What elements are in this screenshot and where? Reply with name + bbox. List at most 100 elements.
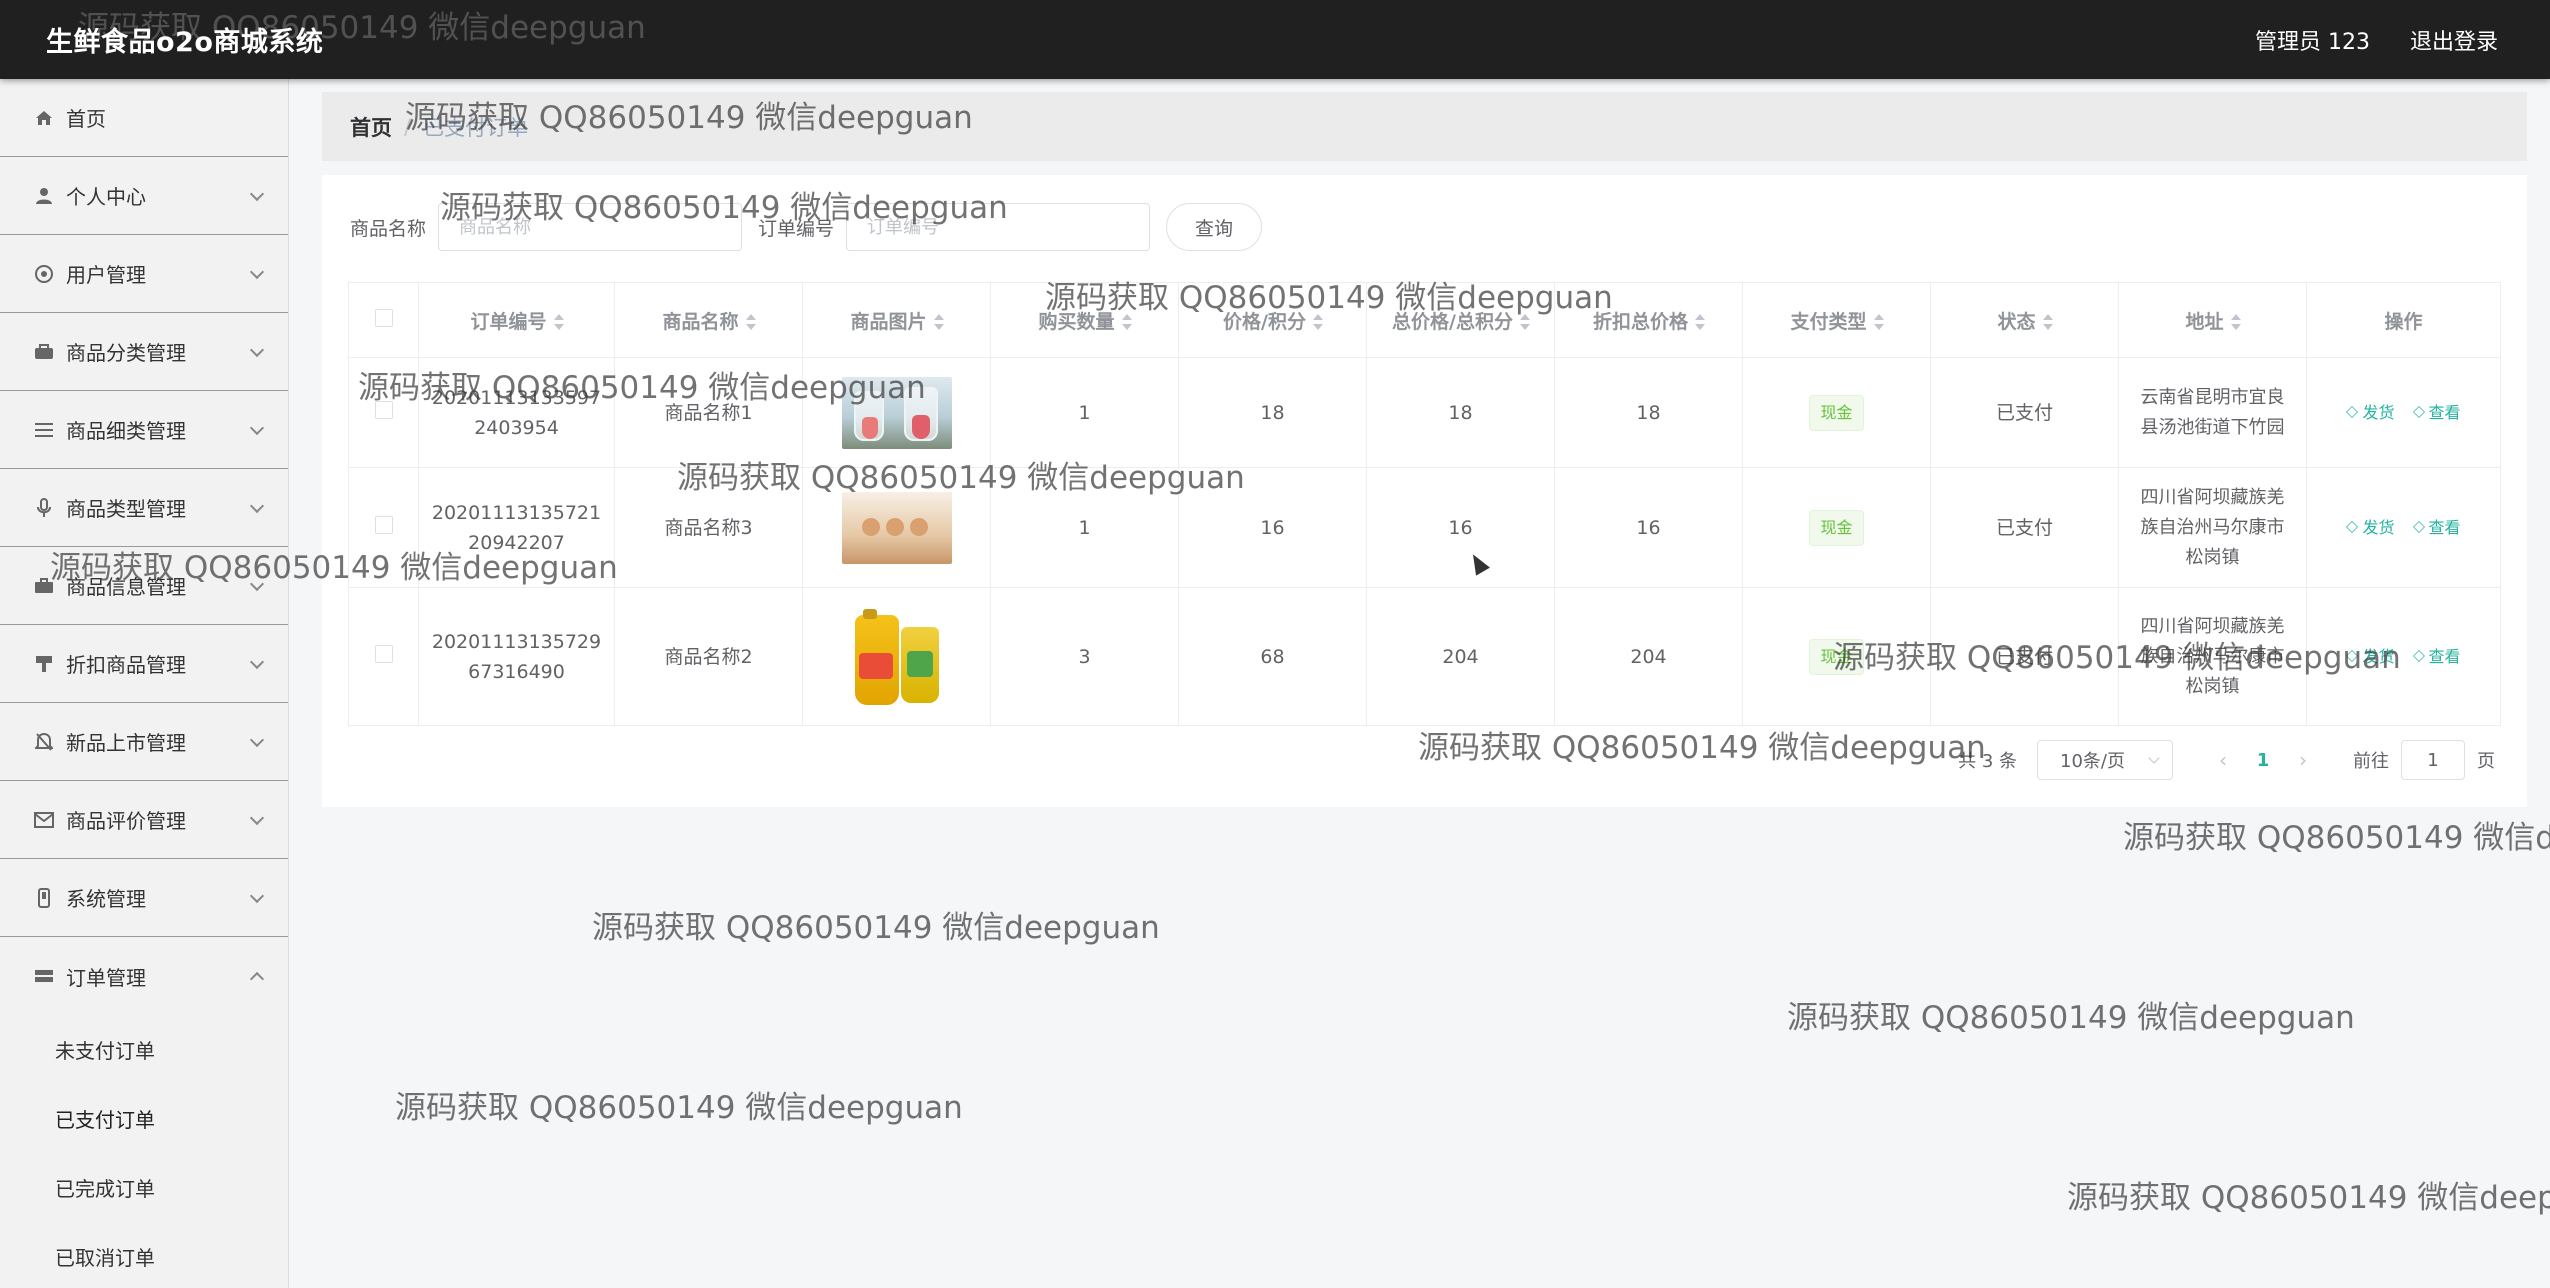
column-header[interactable]: 状态: [1930, 282, 2119, 358]
order-number-input[interactable]: [846, 203, 1151, 251]
sidebar-item-discount-management[interactable]: 折扣商品管理: [0, 625, 288, 703]
address-cell: 四川省阿坝藏族羌 族自治州马尔康市 松岗镇: [2118, 467, 2307, 588]
total-price-cell: 18: [1366, 357, 1555, 468]
prev-page-button[interactable]: ‹: [2203, 748, 2243, 772]
chevron-down-icon: [249, 498, 265, 513]
row-checkbox[interactable]: [374, 644, 393, 663]
sidebar-item-category-management[interactable]: 商品分类管理: [0, 313, 288, 391]
order-submenu: 未支付订单 已支付订单 已完成订单 已取消订单: [0, 1015, 288, 1288]
sidebar-item-label: 订单管理: [66, 965, 146, 990]
table-row: 20201113135729 67316490 商品名称2 3 68 204 20…: [348, 587, 2501, 726]
product-image: [841, 491, 952, 564]
select-all-checkbox[interactable]: [374, 308, 393, 327]
column-header[interactable]: 商品图片: [802, 282, 991, 358]
product-image: [841, 376, 952, 449]
column-header-actions: 操作: [2306, 282, 2501, 358]
submenu-item-paid-orders[interactable]: 已支付订单: [0, 1084, 288, 1153]
status-cell: 已支付: [1930, 587, 2119, 726]
sidebar-item-personal-center[interactable]: 个人中心: [0, 157, 288, 235]
search-button[interactable]: 查询: [1166, 203, 1263, 251]
view-button[interactable]: 查看: [2412, 403, 2461, 422]
watermark: 源码获取 QQ86050149 微信deepguan: [2067, 1180, 2550, 1216]
product-name-input[interactable]: [438, 203, 743, 251]
address-cell: 四川省阿坝藏族羌 族自治州马尔康市 松岗镇: [2118, 587, 2307, 726]
breadcrumb-home[interactable]: 首页: [350, 112, 392, 142]
top-header: 生鲜食品o2o商城系统 管理员 123 退出登录: [0, 0, 2550, 79]
edit-icon: [2412, 650, 2425, 662]
edit-icon: [2346, 650, 2359, 662]
row-checkbox[interactable]: [374, 400, 393, 419]
breadcrumb-current: 已支付订单: [423, 115, 529, 140]
logout-button[interactable]: 退出登录: [2410, 24, 2498, 56]
product-name-cell: 商品名称3: [614, 467, 803, 588]
actions-cell: 发货 查看: [2306, 467, 2501, 588]
page-number-button[interactable]: 1: [2243, 750, 2283, 771]
submenu-item-completed-orders[interactable]: 已完成订单: [0, 1153, 288, 1222]
address-cell: 云南省昆明市宜良 县汤池街道下竹园: [2118, 357, 2307, 468]
order-number-label: 订单编号: [758, 217, 835, 240]
order-icon: [32, 964, 56, 988]
submenu-item-unpaid-orders[interactable]: 未支付订单: [0, 1015, 288, 1084]
sort-icon[interactable]: [1312, 314, 1323, 330]
sidebar-item-type-management[interactable]: 商品类型管理: [0, 469, 288, 547]
orders-table: 订单编号 商品名称 商品图片 购买数量 价格/积分 总价格/总积分 折扣总价格 …: [348, 282, 2501, 726]
order-number-cell: 20201113133597 2403954: [418, 357, 615, 468]
goto-label: 前往: [2353, 751, 2389, 772]
sidebar-item-user-management[interactable]: 用户管理: [0, 235, 288, 313]
total-price-cell: 204: [1366, 587, 1555, 726]
view-button[interactable]: 查看: [2412, 647, 2461, 666]
submenu-item-cancelled-orders[interactable]: 已取消订单: [0, 1222, 288, 1288]
sort-icon[interactable]: [2230, 314, 2241, 330]
sidebar-item-product-info-management[interactable]: 商品信息管理: [0, 547, 288, 625]
column-header[interactable]: 支付类型: [1742, 282, 1931, 358]
sort-icon[interactable]: [933, 314, 944, 330]
column-header[interactable]: 商品名称: [614, 282, 803, 358]
sidebar-item-label: 商品信息管理: [66, 575, 186, 599]
sort-icon[interactable]: [1519, 314, 1530, 330]
sidebar-item-home[interactable]: 首页: [0, 79, 288, 157]
sidebar-item-subcategory-management[interactable]: 商品细类管理: [0, 391, 288, 469]
sidebar-item-new-product-management[interactable]: 新品上市管理: [0, 703, 288, 781]
search-form: 商品名称 订单编号 查询: [350, 203, 1263, 251]
column-header[interactable]: 折扣总价格: [1554, 282, 1743, 358]
ship-button[interactable]: 发货: [2346, 518, 2394, 537]
mail-icon: [32, 808, 56, 832]
view-button[interactable]: 查看: [2412, 518, 2461, 537]
sort-icon[interactable]: [2042, 314, 2053, 330]
sort-icon[interactable]: [745, 314, 756, 330]
sort-icon[interactable]: [1694, 314, 1705, 330]
table-row: 20201113133597 2403954 商品名称1 1 18 18 18 现…: [348, 357, 2501, 468]
product-image: [846, 604, 947, 709]
settings-icon: [32, 886, 56, 910]
sort-icon[interactable]: [1121, 314, 1132, 330]
sidebar-item-review-management[interactable]: 商品评价管理: [0, 781, 288, 859]
product-name-cell: 商品名称1: [614, 357, 803, 468]
ship-button[interactable]: 发货: [2346, 647, 2394, 666]
quantity-cell: 1: [990, 357, 1179, 468]
column-header[interactable]: 购买数量: [990, 282, 1179, 358]
sidebar-item-system-management[interactable]: 系统管理: [0, 859, 288, 937]
quantity-cell: 3: [990, 587, 1179, 726]
status-cell: 已支付: [1930, 467, 2119, 588]
ship-button[interactable]: 发货: [2346, 403, 2394, 422]
price-cell: 18: [1178, 357, 1367, 468]
sidebar-item-order-management[interactable]: 订单管理: [0, 937, 288, 1015]
sort-icon[interactable]: [553, 314, 564, 330]
sidebar-item-label: 系统管理: [66, 887, 146, 911]
column-header[interactable]: 价格/积分: [1178, 282, 1367, 358]
page-size-select[interactable]: 10条/页: [2037, 740, 2173, 780]
sort-icon[interactable]: [1873, 314, 1884, 330]
column-header[interactable]: 地址: [2118, 282, 2307, 358]
goto-page-input[interactable]: [2401, 740, 2465, 780]
chevron-down-icon: [249, 420, 265, 435]
list-icon: [32, 418, 56, 442]
column-header[interactable]: 总价格/总积分: [1366, 282, 1555, 358]
column-header[interactable]: 订单编号: [418, 282, 615, 358]
discount-price-cell: 18: [1554, 357, 1743, 468]
next-page-button[interactable]: ›: [2283, 748, 2323, 772]
payment-type-cell: 现金: [1742, 587, 1931, 726]
breadcrumb-separator: /: [404, 114, 412, 139]
pagination-total: 共 3 条: [1958, 751, 2017, 772]
sidebar-item-label: 折扣商品管理: [66, 653, 186, 677]
row-checkbox[interactable]: [374, 515, 393, 534]
